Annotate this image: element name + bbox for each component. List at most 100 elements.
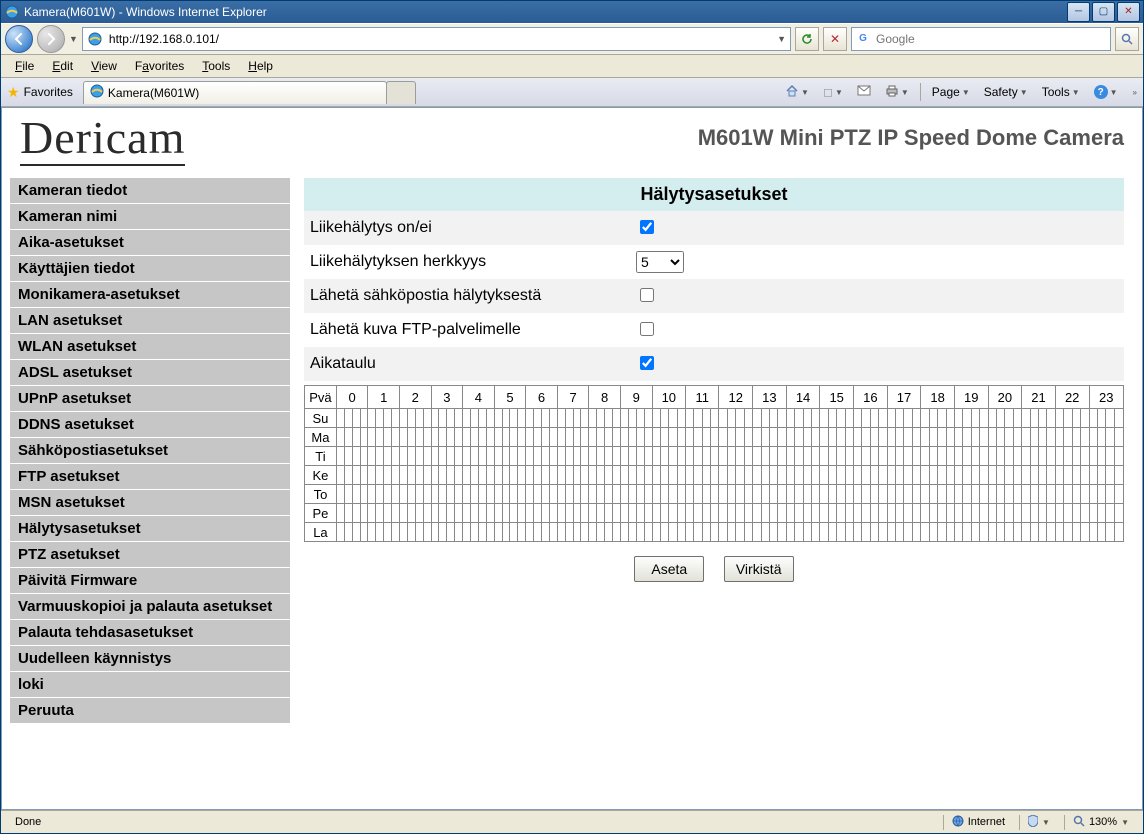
schedule-cell[interactable] — [702, 485, 710, 504]
schedule-cell[interactable] — [870, 447, 878, 466]
schedule-cell[interactable] — [526, 428, 534, 447]
sidebar-item[interactable]: Palauta tehdasasetukset — [10, 620, 290, 646]
schedule-cell[interactable] — [854, 409, 862, 428]
schedule-cell[interactable] — [597, 504, 605, 523]
schedule-cell[interactable] — [542, 523, 550, 542]
schedule-cell[interactable] — [1089, 504, 1097, 523]
schedule-cell[interactable] — [778, 523, 786, 542]
schedule-cell[interactable] — [526, 447, 534, 466]
sidebar-item[interactable]: Käyttäjien tiedot — [10, 256, 290, 282]
schedule-cell[interactable] — [660, 447, 668, 466]
schedule-cell[interactable] — [502, 466, 510, 485]
schedule-cell[interactable] — [526, 409, 534, 428]
schedule-cell[interactable] — [573, 466, 581, 485]
schedule-cell[interactable] — [1081, 409, 1089, 428]
schedule-cell[interactable] — [786, 428, 794, 447]
schedule-cell[interactable] — [719, 485, 727, 504]
schedule-cell[interactable] — [526, 504, 534, 523]
schedule-cell[interactable] — [376, 466, 384, 485]
schedule-cell[interactable] — [1005, 447, 1013, 466]
schedule-cell[interactable] — [988, 504, 996, 523]
schedule-cell[interactable] — [971, 485, 979, 504]
schedule-cell[interactable] — [573, 447, 581, 466]
schedule-cell[interactable] — [581, 428, 589, 447]
sidebar-item[interactable]: Päivitä Firmware — [10, 568, 290, 594]
schedule-cell[interactable] — [376, 504, 384, 523]
schedule-cell[interactable] — [447, 409, 455, 428]
schedule-cell[interactable] — [677, 504, 685, 523]
schedule-cell[interactable] — [803, 485, 811, 504]
sidebar-item[interactable]: LAN asetukset — [10, 308, 290, 334]
schedule-cell[interactable] — [439, 409, 447, 428]
schedule-cell[interactable] — [845, 523, 853, 542]
schedule-cell[interactable] — [1114, 485, 1123, 504]
schedule-cell[interactable] — [463, 485, 471, 504]
schedule-cell[interactable] — [557, 504, 565, 523]
schedule-cell[interactable] — [1114, 523, 1123, 542]
schedule-cell[interactable] — [392, 523, 400, 542]
schedule-cell[interactable] — [510, 485, 518, 504]
schedule-cell[interactable] — [996, 428, 1004, 447]
schedule-cell[interactable] — [1064, 504, 1072, 523]
schedule-cell[interactable] — [769, 504, 777, 523]
schedule-cell[interactable] — [811, 523, 819, 542]
schedule-cell[interactable] — [1106, 466, 1114, 485]
schedule-cell[interactable] — [769, 466, 777, 485]
schedule-cell[interactable] — [620, 504, 628, 523]
schedule-cell[interactable] — [786, 504, 794, 523]
schedule-cell[interactable] — [360, 447, 368, 466]
schedule-cell[interactable] — [423, 466, 431, 485]
schedule-cell[interactable] — [1081, 485, 1089, 504]
schedule-cell[interactable] — [769, 447, 777, 466]
schedule-cell[interactable] — [736, 428, 744, 447]
schedule-cell[interactable] — [352, 447, 360, 466]
schedule-cell[interactable] — [415, 466, 423, 485]
schedule-cell[interactable] — [828, 428, 836, 447]
schedule-cell[interactable] — [980, 466, 988, 485]
schedule-cell[interactable] — [736, 523, 744, 542]
schedule-cell[interactable] — [597, 485, 605, 504]
schedule-cell[interactable] — [1005, 523, 1013, 542]
schedule-cell[interactable] — [542, 428, 550, 447]
schedule-cell[interactable] — [980, 428, 988, 447]
schedule-cell[interactable] — [534, 409, 542, 428]
schedule-cell[interactable] — [628, 409, 636, 428]
schedule-cell[interactable] — [518, 523, 526, 542]
schedule-cell[interactable] — [439, 466, 447, 485]
schedule-cell[interactable] — [887, 504, 895, 523]
schedule-cell[interactable] — [769, 428, 777, 447]
sidebar-item[interactable]: MSN asetukset — [10, 490, 290, 516]
schedule-cell[interactable] — [589, 504, 597, 523]
schedule-cell[interactable] — [376, 523, 384, 542]
schedule-cell[interactable] — [471, 409, 479, 428]
schedule-cell[interactable] — [549, 485, 557, 504]
schedule-cell[interactable] — [963, 485, 971, 504]
schedule-cell[interactable] — [455, 523, 463, 542]
schedule-cell[interactable] — [677, 485, 685, 504]
schedule-cell[interactable] — [803, 447, 811, 466]
schedule-cell[interactable] — [744, 504, 752, 523]
schedule-cell[interactable] — [879, 447, 887, 466]
schedule-cell[interactable] — [1081, 466, 1089, 485]
help-button[interactable]: ?▼ — [1089, 80, 1123, 104]
schedule-cell[interactable] — [407, 485, 415, 504]
schedule-cell[interactable] — [1047, 504, 1055, 523]
schedule-cell[interactable] — [613, 466, 621, 485]
schedule-cell[interactable] — [597, 447, 605, 466]
schedule-cell[interactable] — [803, 504, 811, 523]
schedule-cell[interactable] — [336, 504, 344, 523]
home-button[interactable]: ▼ — [780, 80, 814, 104]
schedule-cell[interactable] — [549, 447, 557, 466]
schedule-cell[interactable] — [486, 466, 494, 485]
schedule-cell[interactable] — [392, 428, 400, 447]
schedule-cell[interactable] — [471, 523, 479, 542]
schedule-cell[interactable] — [652, 504, 660, 523]
schedule-cell[interactable] — [1055, 504, 1063, 523]
schedule-cell[interactable] — [904, 409, 912, 428]
schedule-cell[interactable] — [581, 523, 589, 542]
schedule-cell[interactable] — [478, 428, 486, 447]
schedule-cell[interactable] — [605, 409, 613, 428]
schedule-cell[interactable] — [795, 504, 803, 523]
schedule-cell[interactable] — [478, 504, 486, 523]
schedule-cell[interactable] — [904, 428, 912, 447]
